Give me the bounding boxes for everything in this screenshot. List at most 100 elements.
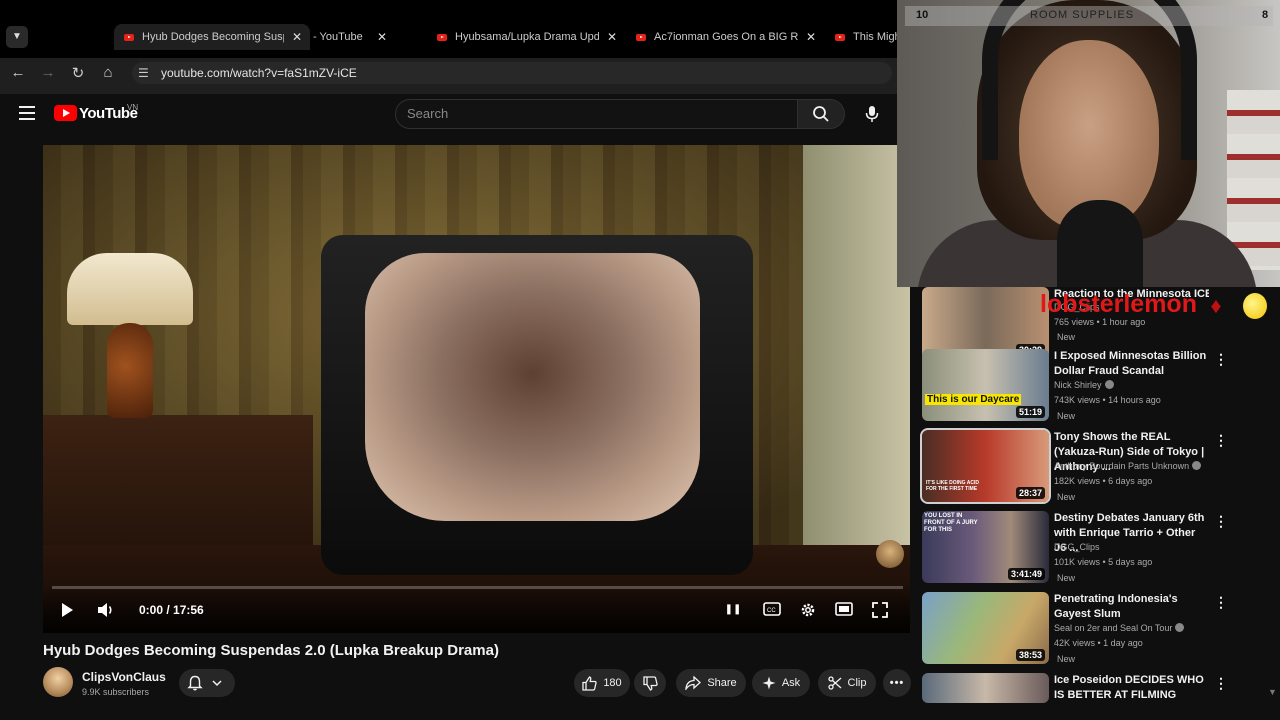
youtube-logo-icon[interactable] (54, 105, 77, 121)
video-meta: 101K views • 5 days ago (1054, 557, 1153, 567)
progress-bar[interactable] (52, 586, 903, 589)
tab-search-button[interactable]: ▼ (6, 26, 28, 48)
svg-text:CC: CC (767, 608, 776, 614)
volume-icon (98, 603, 112, 617)
channel-name[interactable]: DGG_Clips (1054, 542, 1100, 552)
back-arrow-icon[interactable]: ← (8, 64, 28, 81)
video-title[interactable]: I Exposed Minnesotas Billion Dollar Frau… (1054, 349, 1209, 379)
channel-name[interactable]: ClipsVonClaus (82, 670, 166, 684)
more-vertical-icon[interactable]: ⋮ (1214, 351, 1228, 368)
scrollbar-down-arrow-icon[interactable]: ▼ (1268, 687, 1277, 697)
thumbnail-caption: IT'S LIKE DOING ACID FOR THE FIRST TIME (926, 480, 979, 492)
channel-name-text: Nick Shirley (1054, 380, 1102, 390)
more-vertical-icon[interactable]: ⋮ (1214, 432, 1228, 449)
new-badge: New (1057, 654, 1076, 664)
recommendation-item[interactable]: 38:53 Penetrating Indonesia's Gayest Slu… (922, 592, 1262, 666)
tab-active[interactable]: Hyub Dodges Becoming Suspe ✕ (124, 27, 302, 47)
video-thumbnail[interactable]: YOU LOST IN FRONT OF A JURY FOR THIS 3:4… (922, 511, 1049, 583)
ask-label: Ask (781, 677, 801, 689)
settings-button[interactable] (798, 602, 818, 618)
recommendation-item[interactable]: Ice Poseidon DECIDES WHO IS BETTER AT FI… (922, 673, 1262, 703)
recommendation-item[interactable]: YOU LOST IN FRONT OF A JURY FOR THIS 3:4… (922, 511, 1262, 585)
subscription-bell-button[interactable] (179, 669, 235, 697)
video-title[interactable]: Ice Poseidon DECIDES WHO IS BETTER AT FI… (1054, 673, 1209, 703)
ask-button[interactable]: Ask (752, 669, 810, 697)
tab-hyubsama[interactable]: Hyubsama/Lupka Drama Updat ✕ (437, 27, 617, 47)
youtube-favicon-icon (437, 33, 447, 41)
channel-avatar[interactable] (43, 667, 73, 697)
tab-ac7ionman[interactable]: Ac7ionman Goes On a BIG Ran ✕ (636, 27, 816, 47)
new-badge: New (1057, 332, 1076, 342)
video-player[interactable] (43, 145, 910, 633)
video-thumbnail[interactable]: IT'S LIKE DOING ACID FOR THE FIRST TIME … (920, 428, 1051, 504)
forward-arrow-icon[interactable]: → (38, 64, 58, 81)
tab-close-icon[interactable]: ✕ (292, 30, 302, 44)
clip-button[interactable]: Clip (818, 669, 876, 697)
video-duration: 28:37 (1015, 487, 1045, 499)
like-button[interactable]: 180 (574, 669, 630, 697)
tab-close-icon[interactable]: ✕ (377, 30, 387, 44)
microphone-icon (865, 106, 879, 122)
more-vertical-icon[interactable]: ⋮ (1214, 675, 1228, 692)
youtube-favicon-icon (636, 33, 646, 41)
more-vertical-icon[interactable]: ⋮ (1214, 594, 1228, 611)
channel-name[interactable]: Nick Shirley (1054, 380, 1114, 390)
tab-close-icon[interactable]: ✕ (806, 30, 816, 44)
tab-title: - YouTube (313, 31, 363, 43)
captions-button[interactable]: CC (762, 602, 782, 618)
channel-name[interactable]: Anthony Bourdain Parts Unknown (1054, 461, 1202, 471)
tab-title: Hyub Dodges Becoming Suspe (142, 31, 284, 43)
video-thumbnail[interactable]: 38:53 (922, 592, 1049, 664)
webcam-counter-left: 10 (916, 9, 929, 21)
new-badge: New (1057, 573, 1076, 583)
subscriber-count: 9.9K subscribers (82, 687, 150, 697)
video-title[interactable]: Penetrating Indonesia's Gayest Slum (1054, 592, 1209, 622)
video-thumbnail[interactable]: This is our Daycare 51:19 (922, 349, 1049, 421)
share-button[interactable]: Share (676, 669, 746, 697)
thumbs-down-icon (642, 675, 658, 691)
dislike-button[interactable] (634, 669, 666, 697)
more-vertical-icon[interactable]: ⋮ (1214, 513, 1228, 530)
tab-this-might[interactable]: This Migh (835, 27, 897, 47)
lemon-emote-icon (1243, 293, 1267, 319)
webcam-overlay (897, 0, 1280, 287)
video-meta: 743K views • 14 hours ago (1054, 395, 1161, 405)
recommendation-item[interactable]: IT'S LIKE DOING ACID FOR THE FIRST TIME … (920, 428, 1262, 504)
video-duration: 3:41:49 (1007, 568, 1045, 580)
tab-title: This Migh (853, 31, 897, 43)
url-text[interactable]: youtube.com/watch?v=faS1mZV-iCE (161, 66, 357, 80)
voice-search-button[interactable] (858, 100, 886, 128)
search-button[interactable] (797, 99, 845, 129)
search-input[interactable] (395, 99, 798, 129)
volume-button[interactable] (96, 602, 116, 618)
devil-emote-icon: ♦ (1210, 293, 1222, 318)
channel-name[interactable]: Seal on 2er and Seal On Tour (1054, 623, 1185, 633)
thumbs-up-icon (582, 675, 597, 691)
fullscreen-button[interactable] (870, 602, 890, 618)
reload-icon[interactable]: ↻ (68, 64, 88, 82)
tab-title: Ac7ionman Goes On a BIG Ran (654, 31, 798, 43)
youtube-favicon-icon (124, 33, 134, 41)
hamburger-menu-icon[interactable] (19, 106, 35, 120)
tab-title: Hyubsama/Lupka Drama Updat (455, 31, 599, 43)
tab-close-icon[interactable]: ✕ (607, 30, 617, 44)
microphone-foam (1057, 200, 1143, 287)
gear-icon (801, 603, 815, 617)
recommendation-item[interactable]: This is our Daycare 51:19 I Exposed Minn… (922, 349, 1262, 423)
video-thumbnail[interactable] (922, 673, 1049, 703)
autoplay-toggle[interactable]: ❚❚ (723, 602, 743, 618)
thumbnail-caption: This is our Daycare (925, 394, 1022, 405)
country-code: VN (127, 103, 139, 112)
verified-icon (1104, 380, 1114, 389)
more-actions-button[interactable]: ••• (883, 669, 911, 697)
play-button[interactable] (57, 602, 77, 618)
clip-label: Clip (847, 677, 867, 689)
video-meta: 182K views • 6 days ago (1054, 476, 1153, 486)
tab-youtube[interactable]: - YouTube ✕ (313, 27, 387, 47)
theater-mode-button[interactable] (834, 602, 854, 618)
home-icon[interactable]: ⌂ (98, 64, 118, 81)
fullscreen-icon (872, 602, 888, 618)
more-horizontal-icon: ••• (889, 677, 905, 689)
site-info-icon[interactable]: ☰ (138, 66, 149, 80)
share-icon (685, 676, 702, 690)
